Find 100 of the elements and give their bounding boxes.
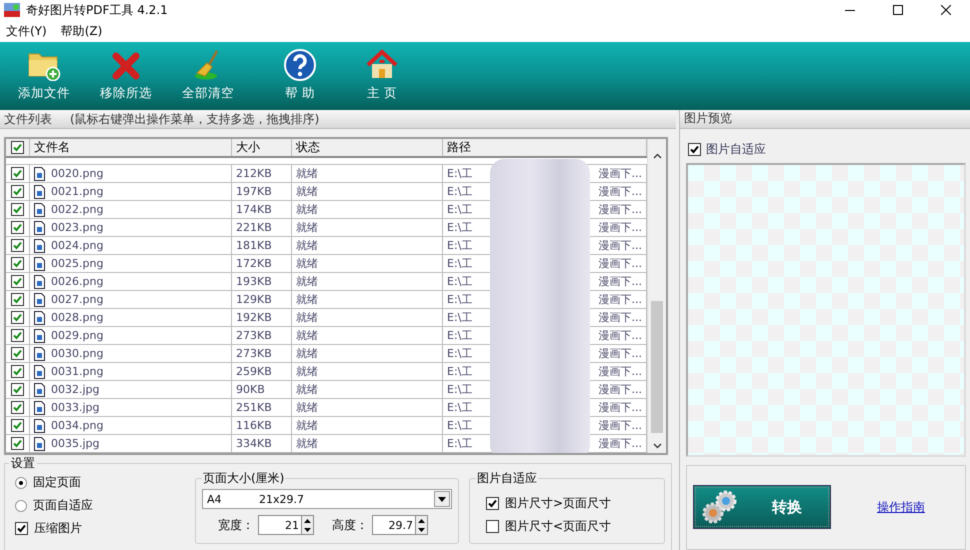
checkbox[interactable] bbox=[11, 257, 24, 270]
checkbox[interactable] bbox=[15, 522, 28, 535]
checkbox[interactable] bbox=[11, 437, 24, 450]
scrollbar[interactable] bbox=[647, 139, 666, 453]
caret-icon bbox=[438, 496, 446, 502]
status-cell: 就绪 bbox=[292, 165, 443, 182]
status-cell: 就绪 bbox=[292, 399, 443, 416]
image-file-icon bbox=[34, 382, 45, 396]
guide-link[interactable]: 操作指南 bbox=[877, 498, 925, 516]
option-label: 固定页面 bbox=[33, 474, 81, 491]
scroll-thumb[interactable] bbox=[651, 301, 663, 433]
status-cell: 就绪 bbox=[292, 435, 443, 452]
checkbox[interactable] bbox=[11, 141, 24, 154]
width-field[interactable]: 21 bbox=[258, 515, 314, 535]
checkbox[interactable] bbox=[11, 383, 24, 396]
page-size-dropdown[interactable]: A4 21x29.7 bbox=[202, 489, 452, 509]
checkbox[interactable] bbox=[486, 520, 499, 533]
checkbox[interactable] bbox=[486, 497, 499, 510]
spin-up-icon bbox=[418, 518, 425, 522]
menu-item[interactable]: 文件(Y) bbox=[0, 22, 55, 40]
status-cell: 就绪 bbox=[292, 237, 443, 254]
checkbox[interactable] bbox=[11, 185, 24, 198]
toolbar-button[interactable]: 主 页 bbox=[342, 42, 422, 110]
toolbar-button[interactable]: 添加文件 bbox=[4, 42, 84, 110]
image-file-icon bbox=[34, 418, 45, 432]
size-cell: 193KB bbox=[232, 273, 292, 290]
checkbox[interactable] bbox=[11, 275, 24, 288]
convert-button[interactable]: 转换 bbox=[693, 485, 831, 530]
path-cell: 漫画下... bbox=[598, 184, 642, 199]
group-title: 图片自适应 bbox=[476, 470, 538, 487]
path-cell: 漫画下... bbox=[598, 238, 642, 253]
house-icon bbox=[366, 49, 398, 81]
size-cell: 273KB bbox=[232, 327, 292, 344]
size-cell: 212KB bbox=[232, 165, 292, 182]
file-name-cell: 0022.png bbox=[30, 201, 232, 218]
image-file-icon bbox=[34, 166, 45, 180]
path-cell: E:\工 bbox=[447, 166, 472, 181]
file-name-cell: 0025.png bbox=[30, 255, 232, 272]
checkbox[interactable] bbox=[11, 419, 24, 432]
size-cell: 172KB bbox=[232, 255, 292, 272]
checkbox[interactable] bbox=[11, 329, 24, 342]
checkbox[interactable] bbox=[11, 293, 24, 306]
file-name-cell: 0026.png bbox=[30, 273, 232, 290]
path-cell: E:\工 bbox=[447, 346, 472, 361]
image-file-icon bbox=[34, 184, 45, 198]
status-cell: 就绪 bbox=[292, 345, 443, 362]
scroll-down-icon bbox=[652, 443, 662, 449]
app-icon bbox=[4, 3, 20, 17]
status-cell: 就绪 bbox=[292, 327, 443, 344]
field-label: 高度： bbox=[332, 516, 368, 534]
path-cell: 漫画下... bbox=[598, 400, 642, 415]
spin-down-icon bbox=[304, 528, 311, 532]
checkbox[interactable] bbox=[688, 142, 701, 156]
path-cell: 漫画下... bbox=[598, 220, 642, 235]
checkbox[interactable] bbox=[11, 167, 24, 180]
checkbox[interactable] bbox=[11, 203, 24, 216]
file-name-cell: 0021.png bbox=[30, 183, 232, 200]
checkbox[interactable] bbox=[11, 365, 24, 378]
spin-up-icon bbox=[304, 518, 311, 522]
image-file-icon bbox=[34, 256, 45, 270]
checkbox[interactable] bbox=[11, 311, 24, 324]
file-name-cell: 0032.jpg bbox=[30, 381, 232, 398]
panel-title: 文件列表 bbox=[4, 110, 52, 128]
status-cell: 就绪 bbox=[292, 255, 443, 272]
path-cell: E:\工 bbox=[447, 202, 472, 217]
toolbar-button[interactable]: 全部清空 bbox=[168, 42, 248, 110]
toolbar-button[interactable]: 帮 助 bbox=[260, 42, 340, 110]
checkbox[interactable] bbox=[11, 347, 24, 360]
file-name-cell: 0035.jpg bbox=[30, 435, 232, 452]
column-header[interactable]: 文件名 bbox=[34, 139, 70, 156]
radio-button[interactable] bbox=[15, 476, 27, 488]
file-name-cell: 0024.png bbox=[30, 237, 232, 254]
image-file-icon bbox=[34, 436, 45, 450]
path-cell: E:\工 bbox=[447, 274, 472, 289]
path-cell: E:\工 bbox=[447, 220, 472, 235]
status-cell: 就绪 bbox=[292, 417, 443, 434]
status-cell: 就绪 bbox=[292, 273, 443, 290]
size-cell: 273KB bbox=[232, 345, 292, 362]
option-label: 页面自适应 bbox=[33, 497, 93, 514]
help-icon bbox=[284, 49, 316, 81]
file-name-cell: 0030.png bbox=[30, 345, 232, 362]
radio-button[interactable] bbox=[15, 500, 27, 512]
checkbox[interactable] bbox=[11, 221, 24, 234]
image-file-icon bbox=[34, 400, 45, 414]
image-file-icon bbox=[34, 310, 45, 324]
status-cell: 就绪 bbox=[292, 219, 443, 236]
column-header[interactable]: 状态 bbox=[296, 139, 320, 156]
status-cell: 就绪 bbox=[292, 309, 443, 326]
column-header[interactable]: 大小 bbox=[236, 139, 260, 156]
option-label: 图片尺寸>页面尺寸 bbox=[505, 495, 612, 512]
column-header[interactable]: 路径 bbox=[447, 139, 471, 156]
file-name-cell: 0027.png bbox=[30, 291, 232, 308]
toolbar-button[interactable]: 移除所选 bbox=[86, 42, 166, 110]
option-label: 图片自适应 bbox=[706, 140, 766, 158]
checkbox[interactable] bbox=[11, 401, 24, 414]
menu-item[interactable]: 帮助(Z) bbox=[54, 22, 110, 40]
height-field[interactable]: 29.7 bbox=[372, 515, 428, 535]
checkbox[interactable] bbox=[11, 239, 24, 252]
size-cell: 129KB bbox=[232, 291, 292, 308]
path-cell: E:\工 bbox=[447, 400, 472, 415]
